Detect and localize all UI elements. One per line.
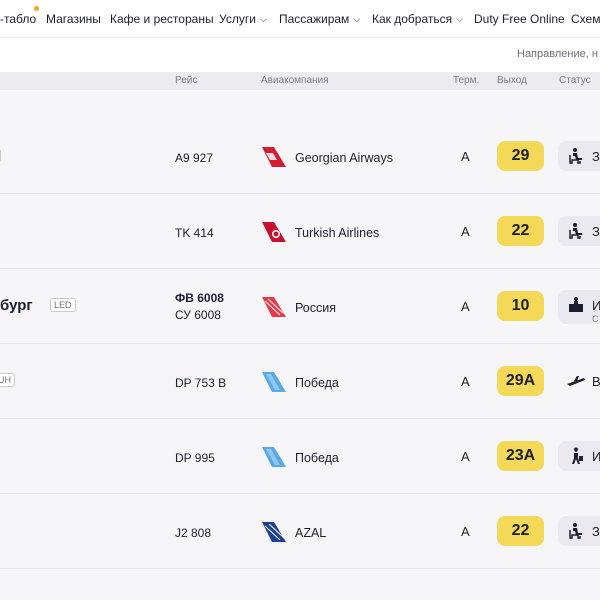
airline-name: AZAL bbox=[295, 526, 327, 540]
new-indicator-dot bbox=[34, 6, 39, 11]
flight-number-codeshare: СУ 6008 bbox=[175, 308, 221, 322]
status-badge: И bbox=[558, 441, 600, 471]
walking-passenger-icon bbox=[572, 447, 583, 464]
nav-item-label: -табло bbox=[0, 12, 37, 26]
airport-code-badge bbox=[0, 149, 1, 162]
airline-name: Победа bbox=[295, 376, 339, 390]
flight-board: Рейс Авиакомпания Терм. Выход Статус A9 … bbox=[0, 72, 600, 600]
table-row[interactable]: бург LED ФВ 6008 СУ 6008 Россия A 10 И С bbox=[0, 269, 600, 344]
terminal: A bbox=[461, 524, 470, 539]
flight-number: J2 808 bbox=[175, 526, 212, 540]
gate-badge: 10 bbox=[497, 291, 544, 321]
nav-item-duty-free[interactable]: Duty Free Online bbox=[474, 12, 565, 26]
chevron-down-icon: ⌵ bbox=[259, 14, 267, 24]
status-badge: З bbox=[558, 216, 600, 246]
table-row[interactable]: J2 808 AZAL A 22 З bbox=[0, 494, 600, 569]
pobeda-logo bbox=[262, 447, 286, 467]
nav-item-label: Схема bbox=[571, 12, 600, 26]
waiting-seat-icon bbox=[569, 223, 582, 239]
airline-name: Georgian Airways bbox=[295, 151, 393, 165]
top-nav: -табло Магазины Кафе и рестораны Услуги ⌵… bbox=[0, 0, 600, 38]
nav-item-label: Услуги bbox=[219, 12, 256, 26]
header-airline: Авиакомпания bbox=[261, 75, 329, 86]
table-row[interactable]: UH DP 753 B Победа A 29A В bbox=[0, 344, 600, 419]
airline-name: Turkish Airlines bbox=[295, 226, 380, 240]
destination-city: бург bbox=[0, 297, 33, 314]
status-text: В bbox=[592, 374, 600, 389]
nav-item-services[interactable]: Услуги ⌵ bbox=[219, 12, 267, 26]
nav-item-label: Duty Free Online bbox=[474, 12, 565, 26]
checkin-desk-icon bbox=[569, 297, 583, 312]
nav-item-label: Как добраться bbox=[372, 12, 453, 26]
flight-number: TK 414 bbox=[175, 226, 214, 240]
status-badge: З bbox=[558, 516, 600, 546]
azal-logo bbox=[262, 522, 286, 542]
gate-badge: 29A bbox=[497, 366, 544, 396]
table-header: Рейс Авиакомпания Терм. Выход Статус bbox=[0, 72, 600, 90]
flight-number: ФВ 6008 bbox=[175, 291, 224, 305]
search-input[interactable]: Направление, н bbox=[517, 48, 598, 60]
departed-plane-icon bbox=[567, 376, 585, 386]
status-text: И bbox=[592, 298, 600, 313]
nav-item-cafes[interactable]: Кафе и рестораны bbox=[110, 12, 214, 26]
flight-number: DP 753 B bbox=[175, 376, 227, 390]
airline-name: Россия bbox=[295, 301, 336, 315]
rossiya-logo bbox=[262, 297, 286, 317]
status-badge: З bbox=[558, 141, 600, 171]
status-text: И bbox=[592, 449, 600, 464]
nav-item-map[interactable]: Схема bbox=[571, 12, 600, 26]
gate-badge: 23A bbox=[497, 441, 544, 471]
gate-badge: 22 bbox=[497, 516, 544, 546]
flight-number: A9 927 bbox=[175, 151, 214, 165]
nav-item-passengers[interactable]: Пассажирам ⌵ bbox=[279, 12, 360, 26]
terminal: A bbox=[461, 449, 470, 464]
header-gate: Выход bbox=[497, 75, 527, 86]
status-text: З bbox=[592, 149, 600, 164]
header-status: Статус bbox=[559, 75, 591, 86]
pobeda-logo bbox=[262, 372, 286, 392]
table-row[interactable]: TK 414 Turkish Airlines A 22 З bbox=[0, 194, 600, 269]
nav-item-directions[interactable]: Как добраться ⌵ bbox=[372, 12, 463, 26]
status-subtext: С bbox=[592, 314, 599, 324]
nav-item-label: Магазины bbox=[46, 12, 101, 26]
waiting-seat-icon bbox=[569, 148, 582, 164]
gate-badge: 29 bbox=[497, 141, 544, 171]
terminal: A bbox=[461, 374, 470, 389]
chevron-down-icon: ⌵ bbox=[353, 14, 361, 24]
turkish-airlines-logo bbox=[262, 222, 286, 242]
airline-name: Победа bbox=[295, 451, 339, 465]
terminal: A bbox=[461, 224, 470, 239]
nav-item-label: Пассажирам bbox=[279, 12, 350, 26]
georgian-airways-logo bbox=[262, 147, 286, 167]
header-terminal: Терм. bbox=[453, 75, 480, 86]
table-row[interactable]: A9 927 Georgian Airways A 29 З bbox=[0, 119, 600, 194]
nav-item-online-board[interactable]: -табло bbox=[0, 12, 36, 26]
waiting-seat-icon bbox=[569, 523, 582, 539]
gate-badge: 22 bbox=[497, 216, 544, 246]
airport-code-badge: UH bbox=[0, 373, 15, 387]
airport-code-badge: LED bbox=[50, 298, 76, 312]
nav-item-label: Кафе и рестораны bbox=[110, 12, 214, 26]
terminal: A bbox=[461, 149, 470, 164]
chevron-down-icon: ⌵ bbox=[456, 14, 463, 24]
terminal: A bbox=[461, 299, 470, 314]
status-text: З bbox=[592, 224, 600, 239]
table-row[interactable]: DP 995 Победа A 23A И bbox=[0, 419, 600, 494]
header-flight: Рейс bbox=[175, 75, 198, 86]
status-text: З bbox=[592, 524, 600, 539]
flight-number: DP 995 bbox=[175, 451, 215, 465]
filter-row: Направление, н bbox=[0, 38, 600, 72]
status-badge: И С bbox=[558, 290, 600, 324]
nav-item-shops[interactable]: Магазины bbox=[46, 12, 101, 26]
